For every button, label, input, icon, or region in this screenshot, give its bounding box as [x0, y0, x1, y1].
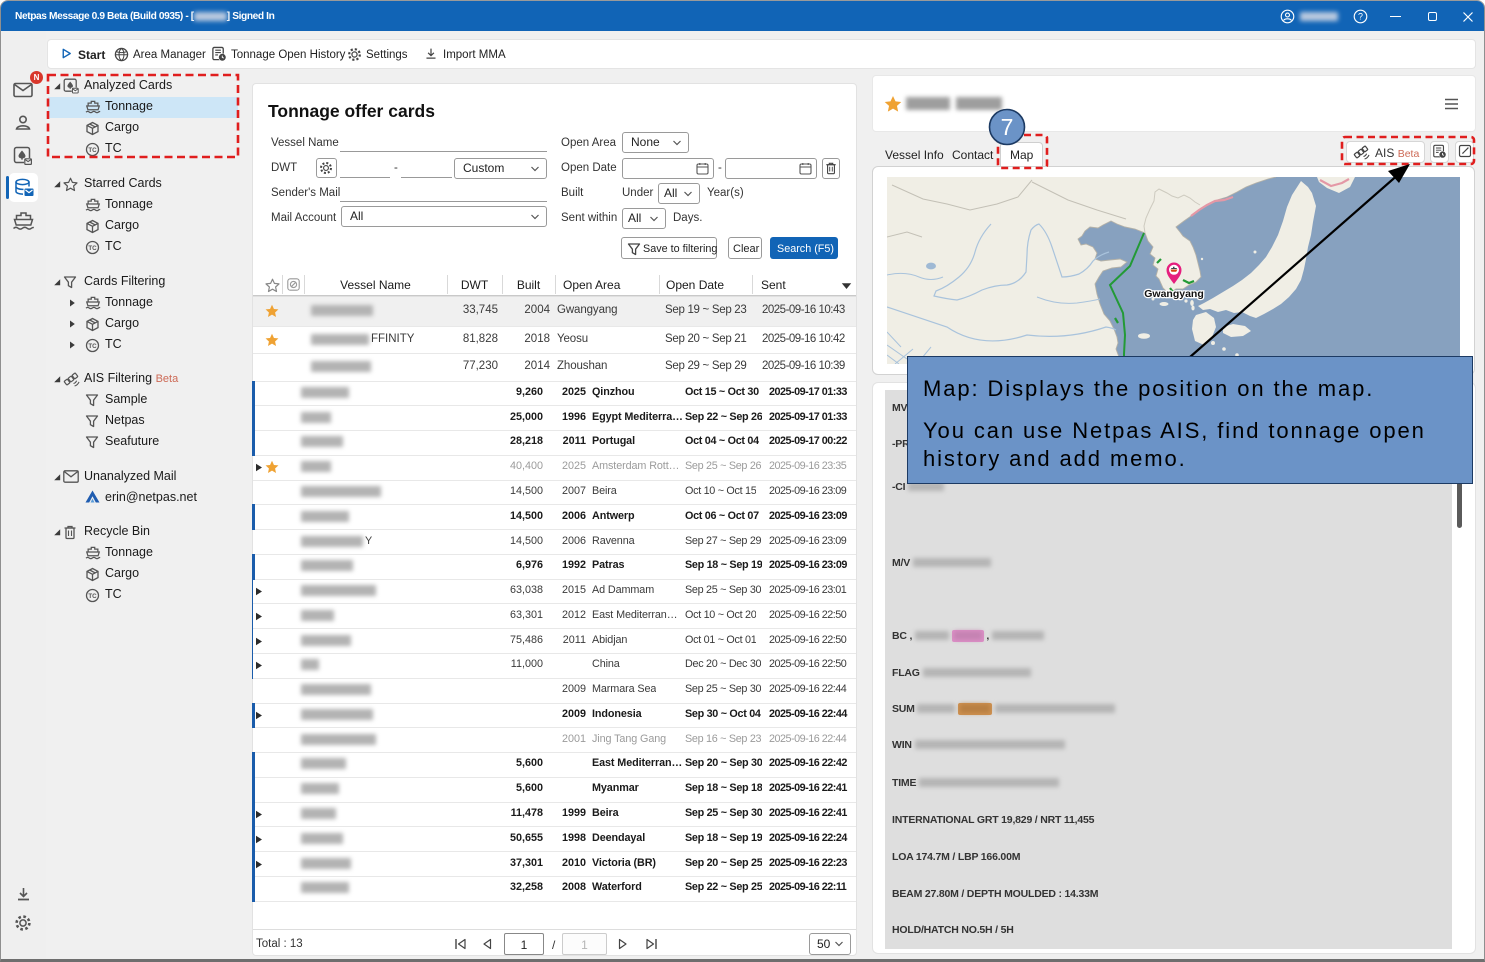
svg-text:7: 7 [1001, 114, 1014, 140]
